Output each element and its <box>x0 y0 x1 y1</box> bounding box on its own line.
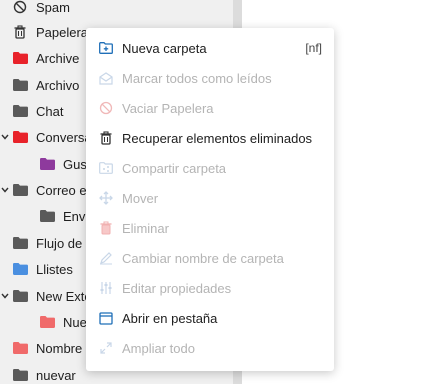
folder-icon <box>12 77 28 93</box>
sidebar-item-label: Llistes <box>36 261 73 277</box>
menu-item-label: Cambiar nombre de carpeta <box>122 250 284 266</box>
sidebar-item-nue[interactable]: Nue <box>39 309 87 335</box>
sidebar-item-label: Nue <box>63 314 87 330</box>
menu-item-label: Recuperar elementos eliminados <box>122 130 313 146</box>
move-icon <box>98 190 114 206</box>
sliders-icon <box>98 280 114 296</box>
ban-icon <box>12 0 28 15</box>
sidebar-item-label: Nombre <box>36 340 83 356</box>
menu-item-label: Abrir en pestaña <box>122 310 218 326</box>
sidebar-item-label: Archive <box>36 50 80 66</box>
sidebar-item-correo[interactable]: Correo e <box>0 177 87 203</box>
expand-icon <box>98 340 114 356</box>
sidebar-item-spam[interactable]: Spam <box>12 0 70 20</box>
menu-item-compartir-carpeta[interactable]: Compartir carpeta <box>86 153 334 183</box>
menu-item-nueva-carpeta[interactable]: Nueva carpeta [nf] <box>86 33 334 63</box>
folder-icon <box>12 261 28 277</box>
menu-item-recuperar-eliminados[interactable]: Recuperar elementos eliminados <box>86 123 334 153</box>
chevron-down-icon[interactable] <box>0 124 10 150</box>
folder-icon <box>12 103 28 119</box>
pencil-icon <box>98 250 114 266</box>
sidebar-item-llistes[interactable]: Llistes <box>12 256 73 282</box>
sidebar-item-gus[interactable]: Gus <box>39 151 87 177</box>
menu-item-editar-propiedades[interactable]: Editar propiedades <box>86 273 334 303</box>
sidebar-item-nombre[interactable]: Nombre <box>12 335 82 361</box>
menu-item-label: Eliminar <box>122 220 169 236</box>
sidebar-item-chat[interactable]: Chat <box>12 98 63 124</box>
new-folder-icon <box>98 40 114 56</box>
sidebar-item-label: Spam <box>36 0 70 15</box>
sidebar-item-enviados[interactable]: Envi <box>39 203 88 229</box>
sidebar-item-label: Papelera <box>36 24 89 40</box>
menu-item-vaciar-papelera[interactable]: Vaciar Papelera <box>86 93 334 123</box>
menu-item-label: Marcar todos como leídos <box>122 70 272 86</box>
folder-context-menu: Nueva carpeta [nf] Marcar todos como leí… <box>86 28 334 371</box>
sidebar-item-archivo[interactable]: Archivo <box>12 72 79 98</box>
menu-item-label: Nueva carpeta <box>122 40 207 56</box>
menu-item-label: Ampliar todo <box>122 340 195 356</box>
sidebar-item-flujo[interactable]: Flujo de a <box>12 230 93 256</box>
folder-icon <box>12 129 28 145</box>
trash-icon <box>98 220 114 236</box>
ban-icon <box>98 100 114 116</box>
folder-icon <box>12 50 28 66</box>
sidebar-item-label: nuevar <box>36 367 76 383</box>
folder-icon <box>12 288 28 304</box>
sidebar-item-label: Envi <box>63 208 89 224</box>
folder-icon <box>12 235 28 251</box>
chevron-down-icon[interactable] <box>0 283 10 309</box>
menu-item-label: Editar propiedades <box>122 280 232 296</box>
trash-icon <box>12 24 28 40</box>
sidebar-item-label: Conversa <box>36 129 92 145</box>
menu-item-ampliar-todo[interactable]: Ampliar todo <box>86 333 334 363</box>
sidebar-item-label: Chat <box>36 103 64 119</box>
folder-icon <box>39 314 55 330</box>
sidebar-item-new-exte[interactable]: New Exte <box>0 283 92 309</box>
sidebar-item-label: Gus <box>63 156 87 172</box>
menu-item-label: Mover <box>122 190 159 206</box>
menu-item-cambiar-nombre[interactable]: Cambiar nombre de carpeta <box>86 243 334 273</box>
menu-item-eliminar[interactable]: Eliminar <box>86 213 334 243</box>
sidebar-item-label: Archivo <box>36 77 80 93</box>
chevron-down-icon[interactable] <box>0 177 10 203</box>
menu-item-label: Compartir carpeta <box>122 160 227 176</box>
menu-item-marcar-leidos[interactable]: Marcar todos como leídos <box>86 63 334 93</box>
sidebar-item-archive[interactable]: Archive <box>12 45 79 71</box>
sidebar-item-label: Correo e <box>36 182 87 198</box>
menu-item-mover[interactable]: Mover <box>86 183 334 213</box>
share-folder-icon <box>98 160 114 176</box>
sidebar-item-label: New Exte <box>36 288 92 304</box>
sidebar-item-nuevar[interactable]: nuevar <box>12 362 76 384</box>
folder-icon <box>12 182 28 198</box>
keyboard-shortcut: [nf] <box>305 41 322 55</box>
folder-icon <box>39 208 55 224</box>
menu-item-label: Vaciar Papelera <box>122 100 214 116</box>
open-tab-icon <box>98 310 114 326</box>
sidebar-item-conversa[interactable]: Conversa <box>0 124 92 150</box>
folder-icon <box>12 340 28 356</box>
folder-icon <box>12 367 28 383</box>
folder-icon <box>39 156 55 172</box>
envelope-open-icon <box>98 70 114 86</box>
trash-restore-icon <box>98 130 114 146</box>
menu-item-abrir-pestana[interactable]: Abrir en pestaña <box>86 303 334 333</box>
sidebar-item-label: Flujo de a <box>36 235 94 251</box>
